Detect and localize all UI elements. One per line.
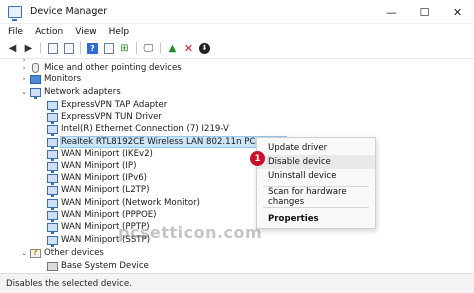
adapter-label: WAN Miniport (IPv6)	[61, 173, 148, 183]
mouse-icon	[32, 63, 39, 73]
menu-help[interactable]: Help	[103, 27, 136, 37]
window-title: Device Manager	[30, 6, 108, 17]
tree-node-label: Monitors	[44, 74, 82, 84]
update-icon[interactable]	[62, 42, 75, 55]
adapter-label: WAN Miniport (L2TP)	[61, 185, 150, 195]
minimize-button[interactable]: —	[375, 0, 408, 24]
warning-device-icon	[47, 261, 58, 271]
network-adapter-icon	[47, 173, 58, 185]
tree-item-adapter[interactable]: WAN Miniport (Network Monitor)	[45, 197, 201, 210]
window-controls: — ☐ ✕	[375, 0, 474, 24]
menu-item-scan-hardware[interactable]: Scan for hardware changes	[257, 187, 375, 207]
adapter-label: Intel(R) Ethernet Connection (7) I219-V	[61, 124, 229, 134]
adapter-label: ExpressVPN TUN Driver	[61, 112, 162, 122]
device-label: Base System Device	[61, 261, 149, 271]
title-bar: Device Manager — ☐ ✕	[0, 0, 474, 24]
network-adapter-icon	[47, 100, 58, 112]
view-icon[interactable]	[102, 42, 115, 55]
chevron-right-icon[interactable]: ›	[20, 64, 28, 72]
toolbar-separator	[136, 42, 137, 54]
uninstall-icon[interactable]: ✕	[182, 42, 195, 55]
adapter-label: WAN Miniport (IP)	[61, 161, 137, 171]
watermark: pcsetticon.com	[118, 223, 263, 242]
tree-node-other-devices[interactable]: ⌄ Other devices	[20, 247, 104, 259]
network-adapter-icon	[47, 210, 58, 222]
tree-node-label: Network adapters	[44, 87, 121, 97]
device-manager-icon	[8, 5, 22, 21]
adapter-label: WAN Miniport (IKEv2)	[61, 149, 153, 159]
network-adapter-icon	[47, 124, 58, 136]
menu-separator	[263, 207, 369, 208]
menu-file[interactable]: File	[0, 27, 29, 37]
tree-item-adapter[interactable]: WAN Miniport (IP)	[45, 160, 137, 173]
tree-item-adapter-selected[interactable]: Realtek RTL8192CE Wireless LAN 802.11n P…	[45, 136, 288, 149]
back-icon[interactable]: ◀	[6, 42, 19, 55]
menu-item-disable-device[interactable]: Disable device	[257, 155, 375, 169]
chevron-down-icon[interactable]: ⌄	[20, 249, 28, 257]
enable-icon[interactable]: ▲	[166, 42, 179, 55]
tree-item-adapter[interactable]: Intel(R) Ethernet Connection (7) I219-V	[45, 123, 229, 136]
menu-item-update-driver[interactable]: Update driver	[257, 141, 375, 155]
tree-node-label: Other devices	[44, 248, 104, 258]
tree-item-adapter[interactable]: WAN Miniport (IKEv2)	[45, 148, 153, 161]
adapter-label: WAN Miniport (PPPOE)	[61, 210, 157, 220]
menu-bar: File Action View Help	[0, 24, 474, 40]
menu-item-uninstall-device[interactable]: Uninstall device	[257, 169, 375, 183]
maximize-button[interactable]: ☐	[408, 0, 441, 24]
network-adapter-icon	[47, 161, 58, 173]
tree-item-adapter[interactable]: WAN Miniport (IPv6)	[45, 172, 148, 185]
network-adapter-icon	[30, 87, 41, 99]
toolbar-separator	[40, 42, 41, 54]
status-bar: Disables the selected device.	[0, 273, 474, 293]
forward-icon[interactable]: ▶	[22, 42, 35, 55]
tree-item-adapter[interactable]: ExpressVPN TAP Adapter	[45, 99, 168, 112]
adapter-label: WAN Miniport (Network Monitor)	[61, 198, 201, 208]
network-adapter-icon	[47, 149, 58, 161]
network-adapter-icon	[47, 137, 58, 149]
tree-item-base-system-device[interactable]: Base System Device	[45, 260, 149, 272]
scan-icon[interactable]: ⊞	[118, 42, 131, 55]
network-adapter-icon	[47, 198, 58, 210]
chevron-right-icon[interactable]: ›	[20, 75, 28, 83]
tree-item-adapter[interactable]: WAN Miniport (PPPOE)	[45, 209, 157, 222]
help-icon[interactable]: ?	[86, 42, 99, 55]
toolbar: ◀ ▶ ? ⊞ 🖵 ▲ ✕ ⬇	[0, 40, 474, 56]
toolbar-separator	[80, 42, 81, 54]
tree-item-adapter[interactable]: ExpressVPN TUN Driver	[45, 111, 162, 124]
network-adapter-icon	[47, 222, 58, 234]
network-adapter-icon	[47, 112, 58, 124]
menu-item-properties[interactable]: Properties	[257, 212, 375, 226]
download-icon[interactable]: ⬇	[198, 42, 211, 55]
step-badge: 1	[250, 151, 265, 166]
adapter-label: ExpressVPN TAP Adapter	[61, 100, 168, 110]
adapter-label: Realtek RTL8192CE Wireless LAN 802.11n P…	[59, 136, 288, 148]
context-menu: Update driver Disable device Uninstall d…	[256, 137, 376, 229]
monitor-icon[interactable]: 🖵	[142, 42, 155, 55]
menu-view[interactable]: View	[69, 27, 102, 37]
chevron-down-icon[interactable]: ⌄	[20, 88, 28, 96]
properties-icon[interactable]	[46, 42, 59, 55]
menu-action[interactable]: Action	[29, 27, 69, 37]
toolbar-separator	[160, 42, 161, 54]
unknown-device-icon	[30, 248, 41, 258]
tree-node-label: Mice and other pointing devices	[44, 63, 182, 73]
tree-item-adapter[interactable]: WAN Miniport (L2TP)	[45, 184, 150, 197]
network-adapter-icon	[47, 185, 58, 197]
tree-node-network-adapters[interactable]: ⌄ Network adapters	[20, 86, 121, 99]
monitor-device-icon	[30, 74, 41, 84]
network-adapter-icon	[47, 235, 58, 247]
close-button[interactable]: ✕	[441, 0, 474, 24]
tree-node-monitors[interactable]: › Monitors	[20, 73, 82, 85]
